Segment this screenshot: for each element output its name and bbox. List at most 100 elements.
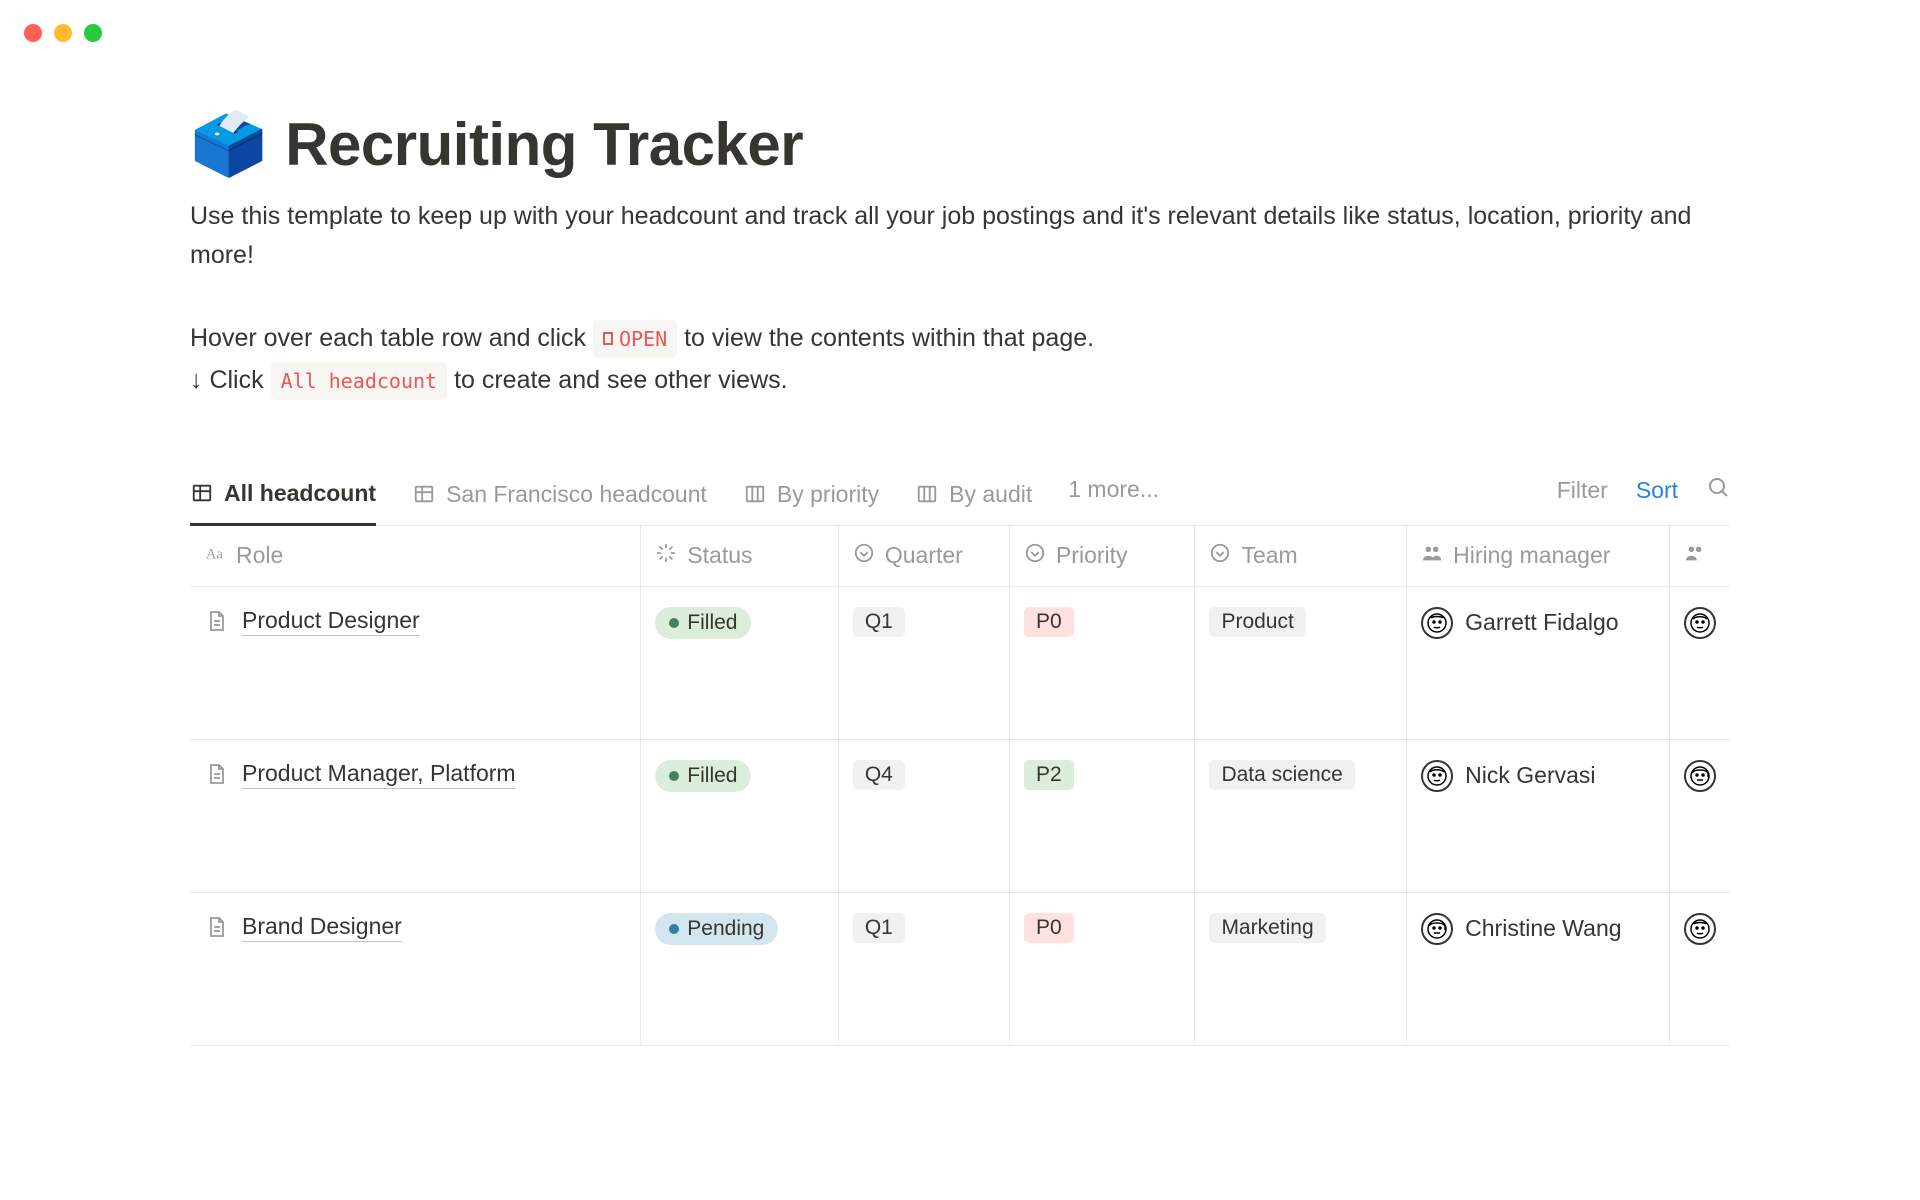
view-tab-label: By audit (949, 481, 1032, 508)
role-name[interactable]: Product Manager, Platform (242, 760, 516, 789)
code-label: All headcount (281, 364, 438, 398)
page-icon (204, 609, 228, 633)
table-row[interactable]: Product Manager, Platform Filled Q4 P2 Data … (190, 739, 1730, 892)
quarter-tag[interactable]: Q4 (853, 760, 905, 790)
status-label: Pending (687, 917, 764, 941)
column-header-role[interactable]: Aa Role (190, 526, 641, 587)
table-row[interactable]: Brand Designer Pending Q1 P0 Marketing Christ… (190, 892, 1730, 1045)
table-header-row: Aa Role Status (190, 526, 1730, 587)
open-code-chip: OPEN (593, 320, 677, 358)
maximize-window-button[interactable] (84, 24, 102, 42)
page-description: Use this template to keep up with your h… (190, 197, 1730, 275)
instruction-line-1: Hover over each table row and click OPEN… (190, 317, 1730, 360)
quarter-tag[interactable]: Q1 (853, 607, 905, 637)
column-header-status[interactable]: Status (641, 526, 839, 587)
quarter-tag[interactable]: Q1 (853, 913, 905, 943)
instruction-text: ↓ Click (190, 366, 271, 394)
team-tag[interactable]: Data science (1209, 760, 1354, 790)
column-header-quarter[interactable]: Quarter (838, 526, 1009, 587)
filter-button[interactable]: Filter (1557, 477, 1608, 504)
sort-button[interactable]: Sort (1636, 477, 1678, 504)
column-label: Status (687, 542, 752, 569)
status-dot-icon (669, 618, 679, 628)
window-controls (24, 24, 102, 42)
avatar (1421, 607, 1453, 639)
table-icon (190, 481, 214, 505)
column-label: Hiring manager (1453, 542, 1610, 569)
board-icon (743, 482, 767, 506)
priority-tag[interactable]: P0 (1024, 913, 1074, 943)
avatar (1421, 913, 1453, 945)
app-window: 🗳️ Recruiting Tracker Use this template … (0, 0, 1920, 1200)
view-tab-all-headcount[interactable]: All headcount (190, 470, 376, 526)
hiring-manager[interactable]: Christine Wang (1421, 913, 1655, 945)
column-header-extra[interactable] (1669, 526, 1730, 587)
views-actions: Filter Sort (1557, 475, 1730, 519)
open-label: OPEN (619, 322, 667, 356)
minimize-window-button[interactable] (54, 24, 72, 42)
column-label: Role (236, 542, 283, 569)
team-tag[interactable]: Product (1209, 607, 1305, 637)
avatar[interactable] (1684, 607, 1716, 639)
status-pill[interactable]: Filled (655, 760, 751, 792)
column-header-team[interactable]: Team (1195, 526, 1407, 587)
instruction-text: to view the contents within that page. (684, 324, 1094, 352)
view-tab-sf-headcount[interactable]: San Francisco headcount (412, 471, 707, 524)
avatar[interactable] (1684, 913, 1716, 945)
close-window-button[interactable] (24, 24, 42, 42)
page-emoji[interactable]: 🗳️ (190, 114, 267, 176)
view-tab-by-audit[interactable]: By audit (915, 471, 1032, 524)
table-icon (412, 482, 436, 506)
people-icon (1684, 542, 1706, 570)
page-content: 🗳️ Recruiting Tracker Use this template … (0, 0, 1920, 1046)
view-tab-by-priority[interactable]: By priority (743, 471, 879, 524)
page-title[interactable]: Recruiting Tracker (285, 110, 803, 179)
select-icon (1209, 542, 1231, 570)
view-tab-label: All headcount (224, 480, 376, 507)
page-header: 🗳️ Recruiting Tracker (190, 110, 1730, 179)
people-icon (1421, 542, 1443, 570)
view-tab-label: By priority (777, 481, 879, 508)
status-icon (655, 542, 677, 570)
headcount-table: Aa Role Status (190, 526, 1730, 1046)
column-header-hiring-manager[interactable]: Hiring manager (1407, 526, 1670, 587)
search-icon[interactable] (1706, 475, 1730, 505)
person-name: Garrett Fidalgo (1465, 609, 1618, 636)
status-dot-icon (669, 771, 679, 781)
hiring-manager[interactable]: Garrett Fidalgo (1421, 607, 1655, 639)
select-icon (1024, 542, 1046, 570)
status-dot-icon (669, 924, 679, 934)
svg-text:Aa: Aa (206, 546, 224, 562)
instruction-text: Hover over each table row and click (190, 324, 593, 352)
status-pill[interactable]: Pending (655, 913, 778, 945)
instruction-text: to create and see other views. (454, 366, 788, 394)
role-name[interactable]: Brand Designer (242, 913, 402, 942)
select-icon (853, 542, 875, 570)
instruction-line-2: ↓ Click All headcount to create and see … (190, 359, 1730, 402)
board-icon (915, 482, 939, 506)
open-icon (603, 332, 613, 345)
column-label: Team (1241, 542, 1297, 569)
column-label: Quarter (885, 542, 963, 569)
avatar[interactable] (1684, 760, 1716, 792)
priority-tag[interactable]: P0 (1024, 607, 1074, 637)
view-tab-label: San Francisco headcount (446, 481, 707, 508)
role-name[interactable]: Product Designer (242, 607, 420, 636)
avatar (1421, 760, 1453, 792)
all-headcount-code-chip: All headcount (271, 362, 448, 400)
column-header-priority[interactable]: Priority (1009, 526, 1194, 587)
more-views-button[interactable]: 1 more... (1068, 476, 1159, 519)
status-label: Filled (687, 764, 737, 788)
person-name: Christine Wang (1465, 915, 1621, 942)
text-icon: Aa (204, 542, 226, 570)
page-icon (204, 915, 228, 939)
column-label: Priority (1056, 542, 1128, 569)
table-row[interactable]: Product Designer Filled Q1 P0 Product Garrett… (190, 586, 1730, 739)
status-label: Filled (687, 611, 737, 635)
hiring-manager[interactable]: Nick Gervasi (1421, 760, 1655, 792)
priority-tag[interactable]: P2 (1024, 760, 1074, 790)
views-tabs: All headcount San Francisco headcount By… (190, 470, 1730, 526)
page-icon (204, 762, 228, 786)
status-pill[interactable]: Filled (655, 607, 751, 639)
team-tag[interactable]: Marketing (1209, 913, 1325, 943)
